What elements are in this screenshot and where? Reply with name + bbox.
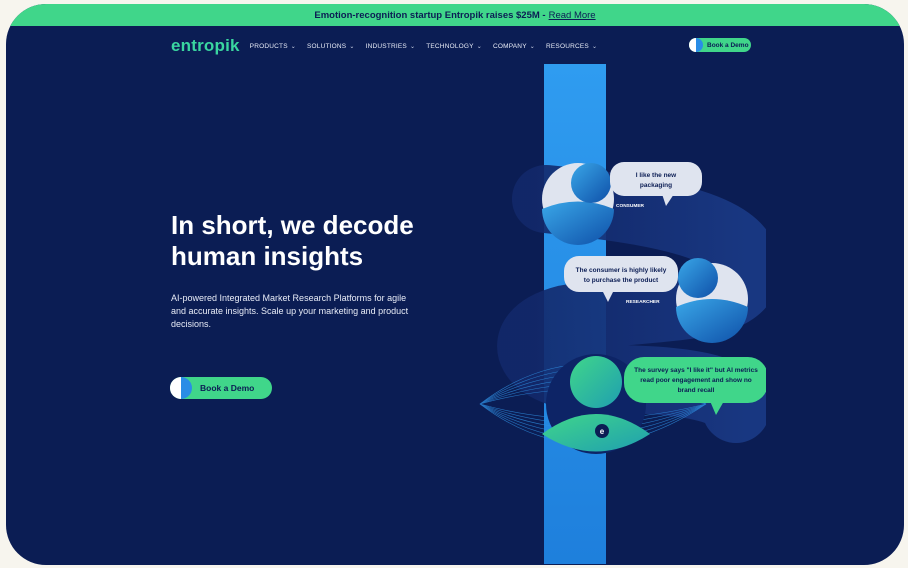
hero-title-line1: In short, we decode	[171, 210, 414, 240]
entropik-logo[interactable]: entropik	[171, 36, 240, 56]
nav-label: SOLUTIONS	[306, 42, 347, 50]
chevron-down-icon: ⌄	[476, 43, 482, 50]
book-demo-nav-button[interactable]: Book a Demo	[689, 38, 751, 52]
nav-label: COMPANY	[492, 42, 527, 50]
nav-label: INDUSTRIES	[365, 42, 407, 50]
nav-item-products[interactable]: PRODUCTS ⌄	[250, 43, 296, 50]
bubble3-line1: The survey says "I like it" but AI metri…	[634, 367, 758, 374]
nav-item-industries[interactable]: INDUSTRIES ⌄	[366, 43, 416, 50]
chevron-down-icon: ⌄	[591, 43, 598, 50]
bubble3-line3: brand recall	[678, 387, 715, 394]
hero-title: In short, we decode human insights	[171, 210, 491, 272]
toggle-dot-icon	[170, 377, 192, 399]
nav-label: RESOURCES	[545, 42, 589, 50]
toggle-dot-icon	[689, 38, 703, 52]
hero-title-line2: human insights	[171, 241, 364, 271]
chevron-down-icon: ⌄	[349, 43, 355, 50]
hero-subtitle: AI-powered Integrated Market Research Pl…	[171, 293, 409, 329]
bubble1-line1: I like the new	[636, 172, 677, 179]
bubble2-line2: to purchase the product	[584, 277, 659, 284]
bubble1-line2: packaging	[640, 182, 672, 189]
book-demo-hero-button[interactable]: Book a Demo	[170, 377, 272, 399]
top-nav: entropik PRODUCTS ⌄ SOLUTIONS ⌄ INDUSTRIES…	[171, 36, 754, 56]
nav-item-company[interactable]: COMPANY ⌄	[493, 43, 535, 50]
bubble2-line1: The consumer is highly likely	[576, 267, 667, 274]
hero-illustration: I like the new packaging CONSUMER The co…	[479, 64, 766, 564]
consumer-tag: CONSUMER	[616, 203, 645, 209]
nav-item-resources[interactable]: RESOURCES ⌄	[546, 43, 597, 50]
nav-item-solutions[interactable]: SOLUTIONS ⌄	[307, 43, 355, 50]
book-demo-hero-label: Book a Demo	[200, 383, 255, 393]
researcher-tag: RESEARCHER	[626, 299, 660, 305]
chevron-down-icon: ⌄	[409, 43, 416, 50]
bubble3-line2: read poor engagement and show no	[640, 377, 752, 384]
announcement-text: Emotion-recognition startup Entropik rai…	[314, 9, 546, 21]
read-more-link[interactable]: Read More	[549, 10, 596, 21]
badge-letter: e	[600, 427, 605, 436]
consumer-avatar	[542, 163, 614, 245]
announcement-bar: Emotion-recognition startup Entropik rai…	[6, 4, 904, 26]
nav-label: TECHNOLOGY	[426, 42, 474, 50]
nav-item-technology[interactable]: TECHNOLOGY ⌄	[426, 43, 482, 50]
chevron-down-icon: ⌄	[529, 43, 535, 50]
chevron-down-icon: ⌄	[290, 43, 296, 50]
book-demo-nav-label: Book a Demo	[707, 41, 749, 49]
nav-label: PRODUCTS	[249, 42, 288, 50]
page-frame: Emotion-recognition startup Entropik rai…	[6, 4, 904, 565]
